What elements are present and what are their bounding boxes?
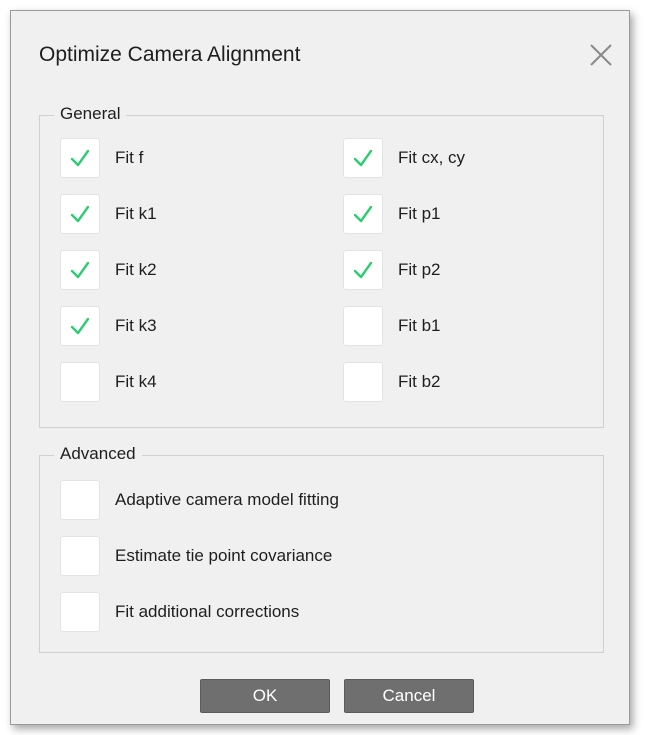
close-icon[interactable] [587,41,615,69]
checkbox-fit-cx-cy[interactable]: Fit cx, cy [343,138,465,178]
checkbox-box[interactable] [343,362,383,402]
advanced-group: Advanced Adaptive camera model fitting E… [39,444,604,653]
cancel-button[interactable]: Cancel [344,679,474,713]
general-group: General Fit f Fit k1 Fit k2 Fit k3 Fit k… [39,104,604,428]
checkbox-fit-k1[interactable]: Fit k1 [60,194,157,234]
checkbox-label: Estimate tie point covariance [115,546,333,565]
ok-button[interactable]: OK [200,679,330,713]
checkbox-label: Adaptive camera model fitting [115,490,339,509]
checkbox-box[interactable] [60,250,100,290]
checkbox-box[interactable] [60,362,100,402]
checkbox-box[interactable] [60,480,100,520]
checkbox-fit-b2[interactable]: Fit b2 [343,362,441,402]
checkmark-icon [353,205,373,223]
checkbox-estimate-tie-point-covariance[interactable]: Estimate tie point covariance [60,536,332,576]
checkbox-label: Fit k1 [115,204,157,223]
checkbox-box[interactable] [343,306,383,346]
checkbox-label: Fit f [115,148,144,167]
checkbox-label: Fit k3 [115,316,157,335]
checkbox-fit-f[interactable]: Fit f [60,138,143,178]
checkbox-box[interactable] [60,306,100,346]
checkbox-label: Fit cx, cy [398,148,466,167]
checkbox-box[interactable] [343,138,383,178]
checkmark-icon [70,149,90,167]
checkbox-label: Fit b2 [398,372,441,391]
optimize-camera-alignment-dialog: Optimize Camera Alignment General Fit f … [10,10,630,725]
checkbox-fit-additional-corrections[interactable]: Fit additional corrections [60,592,299,632]
checkbox-label: Fit p2 [398,260,441,279]
checkbox-fit-p2[interactable]: Fit p2 [343,250,441,290]
general-legend: General [54,104,127,124]
checkbox-fit-k2[interactable]: Fit k2 [60,250,157,290]
checkbox-label: Fit b1 [398,316,441,335]
dialog-title: Optimize Camera Alignment [39,43,301,66]
checkmark-icon [70,317,90,335]
checkbox-box[interactable] [343,194,383,234]
checkbox-label: Fit p1 [398,204,441,223]
checkbox-adaptive-camera-model-fitting[interactable]: Adaptive camera model fitting [60,480,339,520]
checkbox-label: Fit additional corrections [115,602,300,621]
checkbox-box[interactable] [60,194,100,234]
checkmark-icon [353,261,373,279]
checkbox-box[interactable] [60,536,100,576]
checkbox-fit-p1[interactable]: Fit p1 [343,194,441,234]
checkbox-box[interactable] [60,592,100,632]
checkbox-box[interactable] [343,250,383,290]
checkbox-fit-k4[interactable]: Fit k4 [60,362,157,402]
checkbox-box[interactable] [60,138,100,178]
checkmark-icon [70,205,90,223]
checkbox-fit-b1[interactable]: Fit b1 [343,306,441,346]
checkmark-icon [353,149,373,167]
checkbox-label: Fit k4 [115,372,157,391]
checkbox-label: Fit k2 [115,260,157,279]
advanced-legend: Advanced [54,444,142,464]
checkmark-icon [70,261,90,279]
checkbox-fit-k3[interactable]: Fit k3 [60,306,157,346]
